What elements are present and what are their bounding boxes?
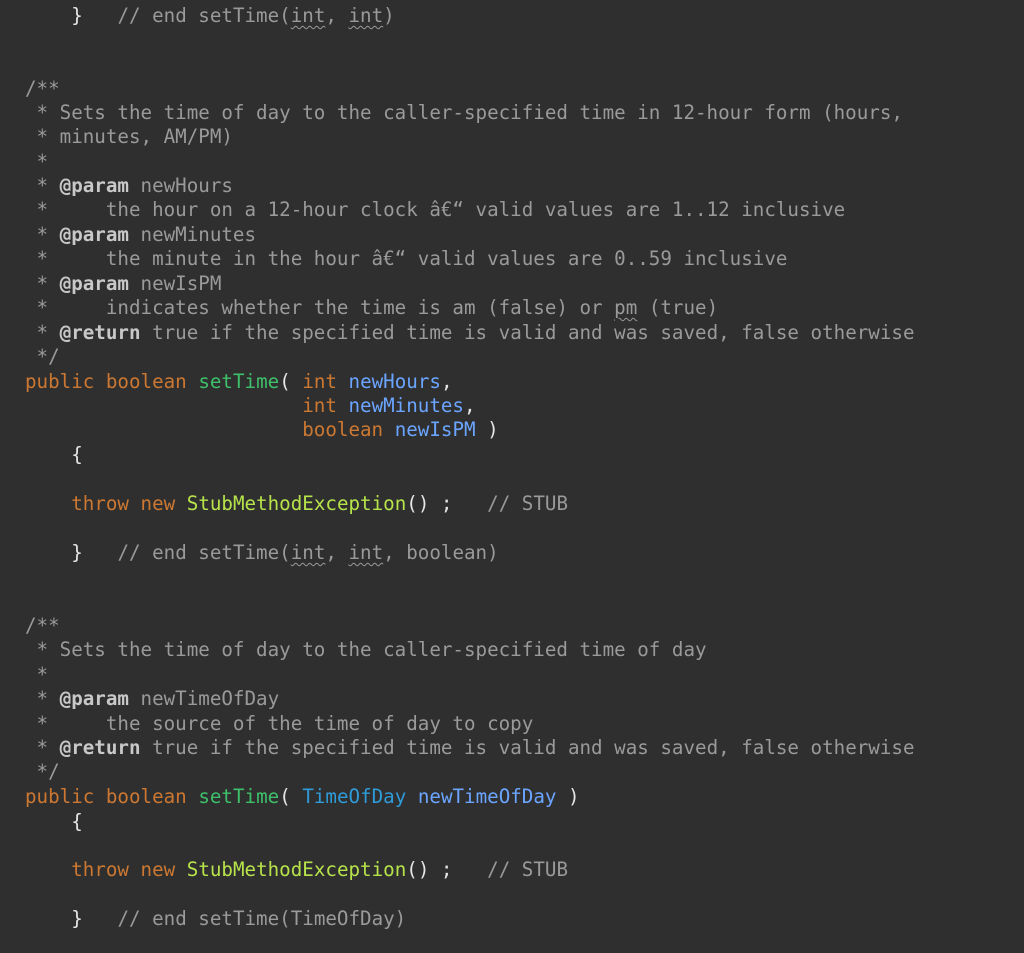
keyword-new: new [140,858,176,881]
keyword-boolean: boolean [105,370,187,393]
method-signature-cont: int newMinutes, [302,394,476,417]
keyword-public: public [25,370,95,393]
stub-comment: // STUB [487,492,569,515]
code-editor[interactable]: } // end setTime(int, int) /** * Sets th… [0,0,1024,953]
doc-return-line: * @return true if the specified time is … [25,736,915,759]
keyword-new: new [140,492,176,515]
param-type: TimeOfDay [302,785,407,808]
doc-comment-open: /** [25,614,60,637]
code-line: } // end setTime(TimeOfDay) [25,907,406,931]
param-tag: @param [59,687,129,710]
doc-blank-line: * [25,150,49,173]
method-signature-cont: boolean newIsPM ) [302,418,499,441]
close-brace: } [71,4,83,27]
end-comment: // end setTime(TimeOfDay) [117,907,407,930]
code-line: } // end setTime(int, int) [25,4,395,28]
class-name: StubMethodException [186,858,407,881]
close-brace: } [71,541,83,564]
class-name: StubMethodException [186,492,407,515]
return-tag: @return [59,736,141,759]
keyword-boolean: boolean [105,785,187,808]
code-line: } // end setTime(int, int, boolean) [25,541,499,565]
code-line: { [25,443,83,467]
doc-summary-line: * Sets the time of day to the caller-spe… [25,101,903,124]
doc-param-desc: * the hour on a 12-hour clock â€“ valid … [25,198,846,221]
param-tag: @param [59,223,129,246]
end-comment: // end setTime(int, int, boolean) [117,541,499,564]
doc-comment-close: */ [25,760,60,783]
open-brace: { [71,810,83,833]
param-name: newIsPM [394,418,476,441]
param-name: newMinutes [348,394,464,417]
doc-param-line: * @param newTimeOfDay [25,687,280,710]
param-type: int [302,370,337,393]
method-signature: public boolean setTime( TimeOfDay newTim… [25,785,580,808]
doc-return-line: * @return true if the specified time is … [25,321,915,344]
param-type: int [302,394,337,417]
doc-summary-line: * minutes, AM/PM) [25,125,233,148]
method-name: setTime [198,785,280,808]
param-tag: @param [59,272,129,295]
param-tag: @param [59,174,129,197]
doc-comment-open: /** [25,77,60,100]
code-line: { [25,810,83,834]
method-name: setTime [198,370,280,393]
keyword-throw: throw [71,492,129,515]
doc-summary-line: * Sets the time of day to the caller-spe… [25,638,707,661]
end-comment: // end setTime(int, int) [117,4,395,27]
keyword-public: public [25,785,95,808]
doc-comment-close: */ [25,345,60,368]
stub-comment: // STUB [487,858,569,881]
param-name: newTimeOfDay [417,785,557,808]
keyword-throw: throw [71,858,129,881]
return-tag: @return [59,321,141,344]
param-type: boolean [302,418,384,441]
doc-param-line: * @param newHours [25,174,233,197]
code-line: throw new StubMethodException() ; // STU… [71,492,569,515]
doc-param-desc: * the source of the time of day to copy [25,712,534,735]
doc-param-desc: * the minute in the hour â€“ valid value… [25,247,788,270]
method-signature: public boolean setTime( int newHours, [25,370,453,393]
code-line: throw new StubMethodException() ; // STU… [71,858,569,881]
doc-blank-line: * [25,663,49,686]
doc-param-line: * @param newMinutes [25,223,257,246]
doc-param-desc: * indicates whether the time is am (fals… [25,296,719,319]
doc-param-line: * @param newIsPM [25,272,222,295]
open-brace: { [71,443,83,466]
param-name: newHours [348,370,441,393]
close-brace: } [71,907,83,930]
